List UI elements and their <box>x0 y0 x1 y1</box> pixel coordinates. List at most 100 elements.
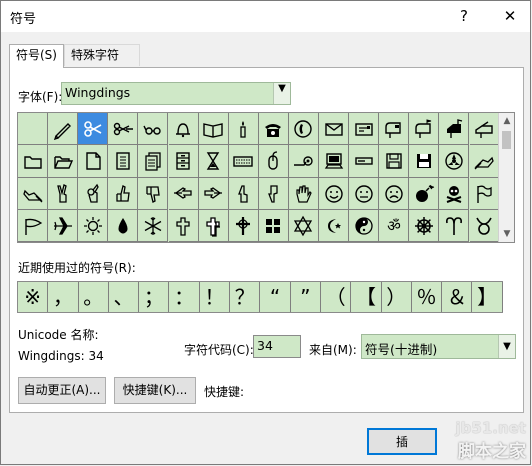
recent-symbol[interactable]: ？ <box>230 282 261 312</box>
recent-symbol[interactable]: 】 <box>473 282 503 312</box>
chevron-down-icon[interactable]: ▼ <box>273 83 290 104</box>
sun-symbol[interactable] <box>78 209 109 242</box>
recent-symbol[interactable]: ＆ <box>442 282 473 312</box>
writing-hand-left-symbol[interactable] <box>18 177 49 210</box>
font-select[interactable]: Wingdings ▼ <box>61 82 291 105</box>
telephone-symbol[interactable] <box>258 113 289 146</box>
mailbox-flag-symbol[interactable] <box>409 113 440 146</box>
grid-scrollbar[interactable]: ▲ ▼ <box>498 113 514 242</box>
scroll-up-icon[interactable]: ▲ <box>499 113 514 129</box>
point-right-symbol[interactable] <box>198 177 229 210</box>
smiley-symbol[interactable] <box>319 177 350 210</box>
shadowed-cross-symbol[interactable] <box>198 209 229 242</box>
recent-symbol[interactable]: （ <box>321 282 352 312</box>
from-select[interactable]: 符号(十进制) ▼ <box>361 334 516 359</box>
ok-hand-symbol[interactable] <box>78 177 109 210</box>
floppy-white-symbol[interactable] <box>379 145 410 178</box>
point-up-symbol[interactable] <box>228 177 259 210</box>
droplet-symbol[interactable] <box>108 209 139 242</box>
recent-symbol[interactable]: “ <box>260 282 291 312</box>
shortcut-key-button[interactable]: 快捷键(K)... <box>114 377 196 404</box>
recent-symbol[interactable]: 【 <box>351 282 382 312</box>
pages-symbol[interactable] <box>138 145 169 178</box>
recent-symbol[interactable]: ， <box>48 282 79 312</box>
recent-symbol[interactable]: ： <box>170 282 200 312</box>
recent-symbol[interactable]: ％ <box>412 282 443 312</box>
bomb-symbol[interactable] <box>409 177 440 210</box>
help-button[interactable]: ? <box>451 5 477 27</box>
file-cabinet-symbol[interactable] <box>168 145 199 178</box>
mailbox-open-flag-symbol[interactable] <box>439 113 470 146</box>
scissors-symbol[interactable] <box>78 113 109 146</box>
blank-symbol[interactable] <box>18 113 49 146</box>
envelope-symbol[interactable] <box>319 113 350 146</box>
dharma-wheel-symbol[interactable] <box>409 209 440 242</box>
yin-yang-symbol[interactable] <box>349 209 380 242</box>
point-down-symbol[interactable] <box>258 177 289 210</box>
maltese-cross-symbol[interactable] <box>258 209 289 242</box>
page-curl-symbol[interactable] <box>78 145 109 178</box>
crescent-star-symbol[interactable] <box>319 209 350 242</box>
scroll-thumb[interactable] <box>502 131 511 149</box>
recent-symbol[interactable]: 。 <box>79 282 109 312</box>
recent-symbol[interactable]: ” <box>291 282 321 312</box>
page-symbol[interactable] <box>108 145 139 178</box>
tab-special-characters[interactable]: 特殊字符(P) <box>64 44 140 82</box>
trackball-symbol[interactable] <box>288 145 319 178</box>
mailbox-open-symbol[interactable] <box>469 113 500 146</box>
recent-symbol[interactable]: ） <box>382 282 412 312</box>
glasses-symbol[interactable] <box>138 113 169 146</box>
pennant-symbol[interactable] <box>18 209 49 242</box>
recent-symbol[interactable]: ※ <box>18 282 49 312</box>
open-hand-symbol[interactable] <box>288 177 319 210</box>
char-code-input[interactable]: 34 <box>253 335 301 358</box>
thumbs-down-symbol[interactable] <box>138 177 169 210</box>
autocorrect-button[interactable]: 自动更正(A)... <box>18 377 106 404</box>
skull-symbol[interactable] <box>439 177 470 210</box>
writing-hand-symbol[interactable] <box>469 145 500 178</box>
snowflake-symbol[interactable] <box>138 209 169 242</box>
mailbox-closed-symbol[interactable] <box>379 113 410 146</box>
book-open-symbol[interactable] <box>198 113 229 146</box>
latin-cross-symbol[interactable] <box>168 209 199 242</box>
tape-drive-symbol[interactable] <box>439 145 470 178</box>
pencil-symbol[interactable] <box>48 113 79 146</box>
close-button[interactable]: ✕ <box>497 5 523 27</box>
scroll-down-icon[interactable]: ▼ <box>499 226 514 242</box>
recent-symbols-row[interactable]: ※，。、；：！？ “” （【）％＆】 <box>17 281 503 313</box>
airplane-symbol[interactable] <box>48 209 79 242</box>
taurus-symbol[interactable] <box>469 209 500 242</box>
floppy-black-symbol[interactable] <box>409 145 440 178</box>
insert-button[interactable]: 插 <box>367 428 437 455</box>
telephone-location-symbol[interactable] <box>288 113 319 146</box>
hard-disk-symbol[interactable] <box>349 145 380 178</box>
star-of-david-symbol[interactable] <box>288 209 319 242</box>
celtic-cross-symbol[interactable] <box>228 209 259 242</box>
recent-symbol[interactable]: 、 <box>109 282 140 312</box>
mouse-symbol[interactable] <box>258 145 289 178</box>
candle-symbol[interactable] <box>228 113 259 146</box>
folder-symbol[interactable] <box>18 145 49 178</box>
char-code-label: 字符代码(C): <box>184 343 254 357</box>
symbol-grid[interactable]: ॐ ▲ ▼ <box>17 112 515 243</box>
font-select-value: Wingdings <box>65 85 131 100</box>
hourglass-symbol[interactable] <box>198 145 229 178</box>
point-left-symbol[interactable] <box>168 177 199 210</box>
frown-face-symbol[interactable] <box>379 177 410 210</box>
victory-hand-symbol[interactable] <box>48 177 79 210</box>
recent-symbol[interactable]: ； <box>139 282 170 312</box>
neutral-face-symbol[interactable] <box>349 177 380 210</box>
flag-symbol[interactable] <box>469 177 500 210</box>
thumbs-up-symbol[interactable] <box>108 177 139 210</box>
om-symbol[interactable]: ॐ <box>379 209 410 242</box>
envelope-back-symbol[interactable] <box>349 113 380 146</box>
keyboard-symbol[interactable] <box>228 145 259 178</box>
computer-symbol[interactable] <box>319 145 350 178</box>
aries-symbol[interactable] <box>439 209 470 242</box>
scissors-cutting-symbol[interactable] <box>108 113 139 146</box>
recent-symbol[interactable]: ！ <box>200 282 231 312</box>
bell-symbol[interactable] <box>168 113 199 146</box>
chevron-down-icon[interactable]: ▼ <box>498 335 515 358</box>
folder-open-symbol[interactable] <box>48 145 79 178</box>
tab-symbols[interactable]: 符号(S) <box>9 44 64 68</box>
